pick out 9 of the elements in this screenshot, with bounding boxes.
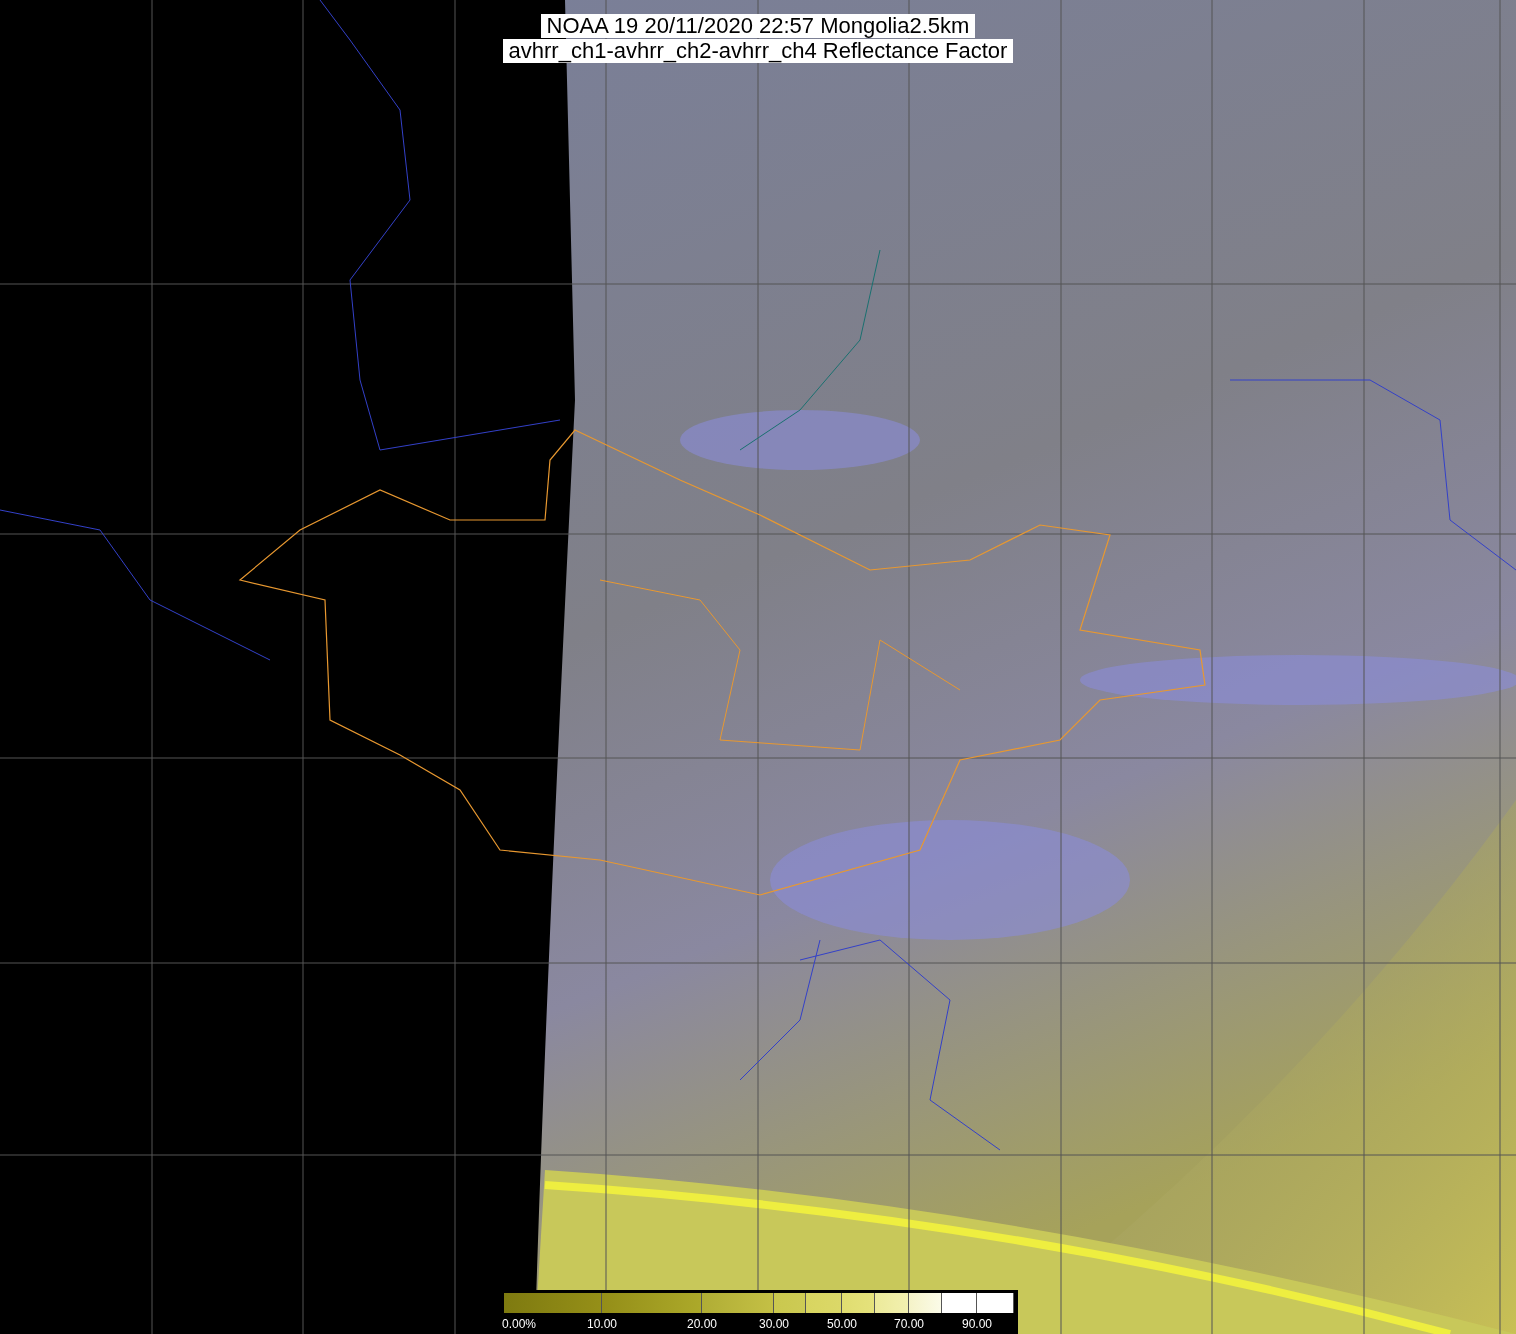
scale-label: 20.00 <box>687 1317 718 1331</box>
map-title: NOAA 19 20/11/2020 22:57 Mongolia2.5km <box>540 14 976 38</box>
scale-label: 10.00 <box>587 1317 618 1331</box>
scale-label: 90.00 <box>962 1317 993 1331</box>
scale-label: 0.00% <box>502 1317 537 1331</box>
scale-label: 50.00 <box>827 1317 858 1331</box>
scale-label: 30.00 <box>759 1317 790 1331</box>
scale-label: 70.00 <box>894 1317 925 1331</box>
map-title: avhrr_ch1-avhrr_ch2-avhrr_ch4 Reflectance Factor <box>502 39 1014 63</box>
